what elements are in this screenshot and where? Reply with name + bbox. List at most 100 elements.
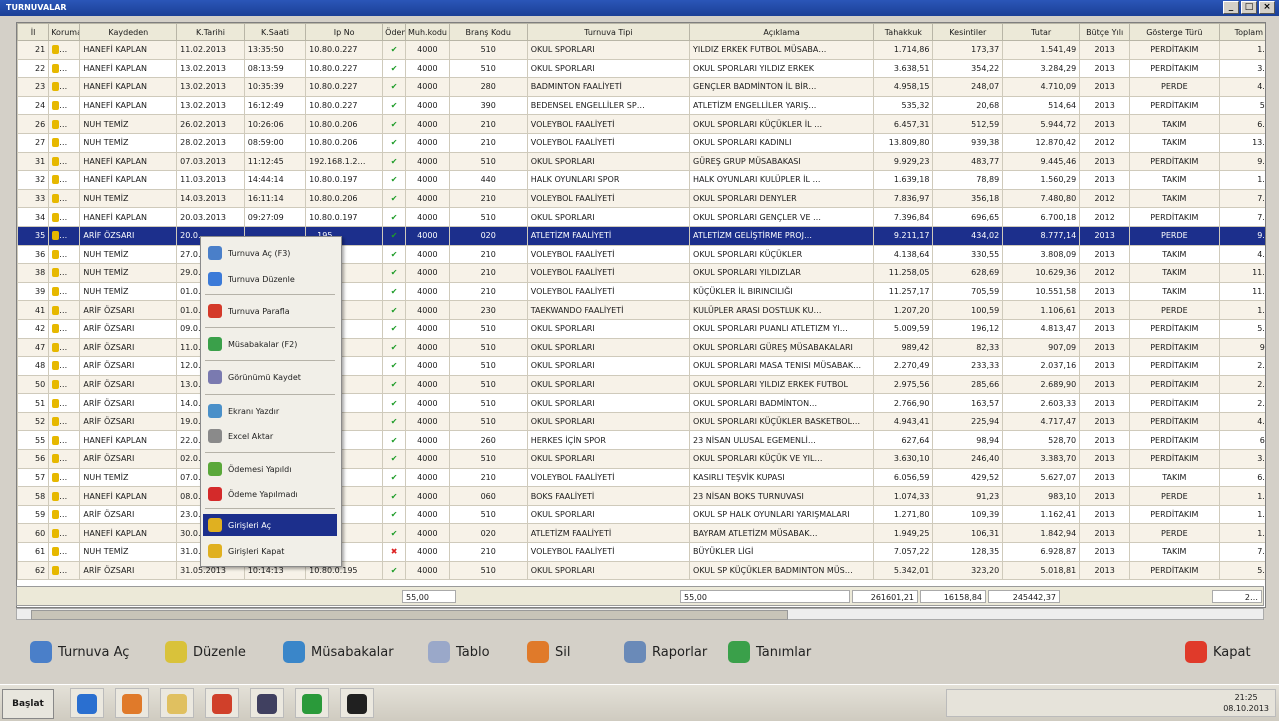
column-header[interactable]: K.Saati [243, 23, 307, 41]
cell-yil: 2013 [1079, 300, 1131, 320]
cell-yil: 2013 [1079, 77, 1131, 97]
cell-aciklama: Okul Sporları Güreş Müsabakaları [689, 337, 875, 358]
column-header[interactable]: K.Tarihi [176, 23, 245, 41]
column-header[interactable]: Muh.kodu [405, 23, 450, 41]
table-row[interactable]: 31… HANEFİ KAPLAN 07.03.2013 11:12:45 192.16… [17, 151, 1265, 172]
context-menu-item[interactable]: Girişleri Kapat [203, 540, 337, 562]
column-header[interactable]: Kesintiler [932, 23, 1004, 41]
column-header[interactable]: Turnuva Tipi [526, 23, 691, 41]
cell-tip: OKUL SPORLARI [526, 504, 691, 525]
cell-id: 51 [17, 393, 50, 413]
context-menu-item[interactable]: Girişleri Aç [203, 514, 337, 536]
column-header[interactable]: Koruma [48, 23, 81, 41]
cell-brans: 210 [448, 244, 528, 265]
column-header[interactable]: Açıklama [689, 23, 875, 41]
cell-muh: 4000 [405, 356, 450, 376]
horizontal-scrollbar[interactable] [16, 608, 1264, 620]
column-header[interactable]: Tutar [1002, 23, 1081, 41]
context-menu-label: Ekranı Yazdır [228, 406, 280, 416]
taskbar-app[interactable] [250, 688, 284, 718]
taskbar-app[interactable] [160, 688, 194, 718]
taskbar-app[interactable] [205, 688, 239, 718]
window-close-button[interactable]: × [1259, 1, 1275, 14]
table-row[interactable]: 21… HANEFİ KAPLAN 11.02.2013 13:35:50 10.80.… [17, 40, 1265, 60]
cell-brans: 440 [448, 170, 528, 190]
column-header[interactable]: Ödeme [382, 23, 407, 41]
cell-gosterge: TAKIM [1129, 132, 1220, 153]
context-menu-item[interactable]: Ekranı Yazdır [203, 400, 337, 422]
scrollbar-thumb[interactable] [31, 610, 788, 620]
taskbar-app[interactable] [340, 688, 374, 718]
column-header[interactable]: Bütçe Yılı [1079, 23, 1131, 41]
cell-id: 38 [17, 263, 50, 283]
table-row[interactable]: 22… HANEFİ KAPLAN 13.02.2013 08:13:59 10.80.… [17, 58, 1265, 79]
cell-aciklama: GENÇLER BADMİNTON İL BİR… [689, 77, 875, 97]
cell-brans: 510 [448, 40, 528, 60]
column-header[interactable]: Gösterge Türü [1129, 23, 1220, 41]
toolbar-button-printer[interactable]: Raporlar [624, 636, 707, 668]
toolbar-button-clock[interactable]: Turnuva Aç [30, 636, 129, 668]
clock[interactable]: 21:25 08.10.2013 [1223, 692, 1269, 714]
cell-brans: 510 [448, 151, 528, 172]
lock-icon: … [48, 411, 81, 432]
pencil-icon [165, 641, 187, 663]
table-row[interactable]: 27… NUH TEMİZ 28.02.2013 08:59:00 10.80.0.20… [17, 132, 1265, 153]
toolbar-button-table[interactable]: Tablo [428, 636, 490, 668]
cell-toplam: 535 [1218, 95, 1265, 116]
cell-tip: VOLEYBOL FAALİYETİ [526, 132, 691, 153]
context-menu-item[interactable]: Müsabakalar (F2) [203, 333, 337, 355]
cell-yil: 2012 [1079, 188, 1131, 209]
table-row[interactable]: 26… NUH TEMİZ 26.02.2013 10:26:06 10.80.0.20… [17, 114, 1265, 134]
toolbar-button-close[interactable]: Kapat [1185, 636, 1251, 668]
toolbar-button-group[interactable]: Müsabakalar [283, 636, 394, 668]
column-header[interactable]: Tahakkuk [873, 23, 934, 41]
cell-muh: 4000 [405, 77, 450, 97]
column-header[interactable]: Ip No [305, 23, 384, 41]
table-row[interactable]: 33… NUH TEMİZ 14.03.2013 16:11:14 10.80.0.20… [17, 188, 1265, 209]
context-menu-label: Turnuva Düzenle [228, 274, 295, 284]
cell-kaydeden: HANEFİ KAPLAN [79, 486, 178, 506]
cell-kaydeden: NUH TEMİZ [79, 244, 178, 265]
table-row[interactable]: 23… HANEFİ KAPLAN 13.02.2013 10:35:39 10.80.… [17, 77, 1265, 97]
context-menu-item[interactable]: Excel Aktar [203, 425, 337, 447]
context-menu-item[interactable]: Turnuva Düzenle [203, 268, 337, 290]
minimize-button[interactable]: _ [1223, 1, 1239, 14]
cell-brans: 510 [448, 449, 528, 469]
printer-icon [208, 404, 222, 418]
payment-check-icon: ✔ [382, 170, 407, 190]
cell-id: 42 [17, 318, 50, 339]
payment-check-icon: ✔ [382, 486, 407, 506]
taskbar-app[interactable] [295, 688, 329, 718]
table-row[interactable]: 24… HANEFİ KAPLAN 13.02.2013 16:12:49 10.80.… [17, 95, 1265, 116]
taskbar-app[interactable] [115, 688, 149, 718]
app-icon [257, 694, 277, 714]
column-header[interactable]: İl [17, 23, 50, 41]
table-row[interactable]: 34… HANEFİ KAPLAN 20.03.2013 09:27:09 10.80.… [17, 207, 1265, 227]
context-menu-item[interactable]: Ödemesi Yapıldı [203, 458, 337, 480]
window-titlebar: TURNUVALAR _ □ × [0, 0, 1279, 16]
context-menu-item[interactable]: Görünümü Kaydet [203, 366, 337, 388]
column-header[interactable]: Kaydeden [79, 23, 178, 41]
cell-muh: 4000 [405, 337, 450, 358]
toolbar-button-pencil[interactable]: Düzenle [165, 636, 246, 668]
toolbar-button-trash[interactable]: Sil [527, 636, 570, 668]
cell-id: 58 [17, 486, 50, 506]
toolbar-button-puzzle[interactable]: Tanımlar [728, 636, 811, 668]
cell-toplam: 2.97 [1218, 374, 1265, 395]
context-menu-item[interactable]: Turnuva Aç (F3) [203, 242, 337, 264]
trash-icon [527, 641, 549, 663]
start-button[interactable]: Başlat [2, 689, 54, 719]
context-menu-item[interactable]: Turnuva Parafla [203, 300, 337, 322]
column-header[interactable]: Toplam [1218, 23, 1265, 41]
cell-tahakkuk: 5.009,59 [873, 318, 934, 339]
cell-muh: 4000 [405, 151, 450, 172]
context-menu-item[interactable]: Ödeme Yapılmadı [203, 483, 337, 505]
maximize-button[interactable]: □ [1241, 1, 1257, 14]
cell-brans: 210 [448, 263, 528, 283]
cell-toplam: 7.39 [1218, 207, 1265, 227]
table-row[interactable]: 32… HANEFİ KAPLAN 11.03.2013 14:44:14 10.80.… [17, 170, 1265, 190]
cell-yil: 2013 [1079, 393, 1131, 413]
column-header[interactable]: Branş Kodu [448, 23, 528, 41]
taskbar-app[interactable] [70, 688, 104, 718]
cell-kesinti: 225,94 [932, 411, 1004, 432]
